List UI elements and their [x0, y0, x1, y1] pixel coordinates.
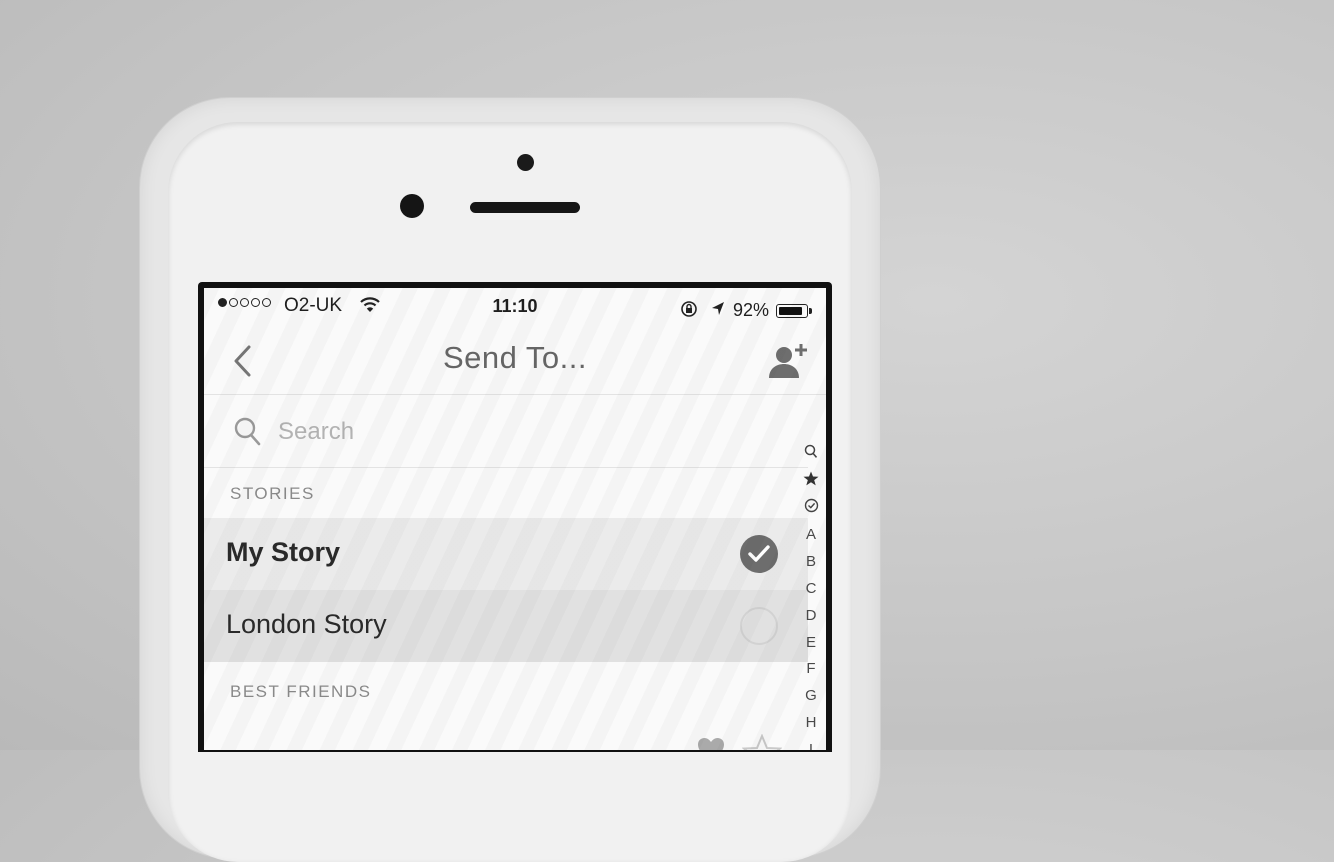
story-label: London Story [226, 609, 387, 639]
index-letter[interactable]: F [800, 656, 822, 683]
section-header-stories: STORIES [230, 484, 315, 503]
battery-percentage: 92% [733, 300, 770, 320]
index-letter[interactable]: G [800, 683, 822, 710]
index-star-icon[interactable] [800, 469, 822, 496]
friend-row[interactable] [204, 724, 808, 750]
story-row-london-story[interactable]: London Story [204, 590, 808, 662]
navigation-bar: Send To... [204, 328, 826, 395]
page-title: Send To... [442, 340, 588, 375]
index-letter[interactable]: D [800, 603, 822, 630]
battery-tip [809, 308, 812, 314]
status-bar: O2-UK 11:10 92% [204, 288, 826, 328]
story-row-my-story[interactable]: My Story [204, 518, 808, 590]
battery-icon [776, 304, 808, 318]
heart-icon [698, 738, 724, 750]
earpiece-speaker [470, 202, 580, 213]
index-search-icon[interactable] [800, 442, 822, 469]
search-bar [204, 395, 808, 468]
orientation-lock-icon [681, 301, 697, 317]
search-input[interactable] [276, 409, 720, 455]
battery-fill [779, 307, 802, 315]
add-friend-icon[interactable] [766, 342, 810, 382]
proximity-sensor [517, 154, 534, 171]
search-icon [234, 417, 261, 446]
index-letter[interactable]: E [800, 630, 822, 657]
index-letter[interactable]: I [800, 737, 822, 750]
alphabet-index-bar[interactable]: A B C D E F G H I [800, 442, 822, 750]
section-header-best-friends: BEST FRIENDS [230, 682, 372, 701]
story-label: My Story [226, 537, 341, 567]
index-letter[interactable]: H [800, 710, 822, 737]
phone-screen: O2-UK 11:10 92% Send To... Search STORIE… [204, 288, 826, 750]
front-camera [400, 194, 424, 218]
checkmark-icon [748, 545, 770, 562]
location-arrow-icon [712, 302, 724, 315]
checkmark-selected-icon[interactable] [740, 535, 778, 573]
index-letter[interactable]: C [800, 576, 822, 603]
index-letter[interactable]: A [800, 522, 822, 549]
index-clock-icon[interactable] [800, 496, 822, 523]
star-icon [742, 734, 782, 750]
empty-circle-icon[interactable] [740, 607, 778, 645]
index-letter[interactable]: B [800, 549, 822, 576]
